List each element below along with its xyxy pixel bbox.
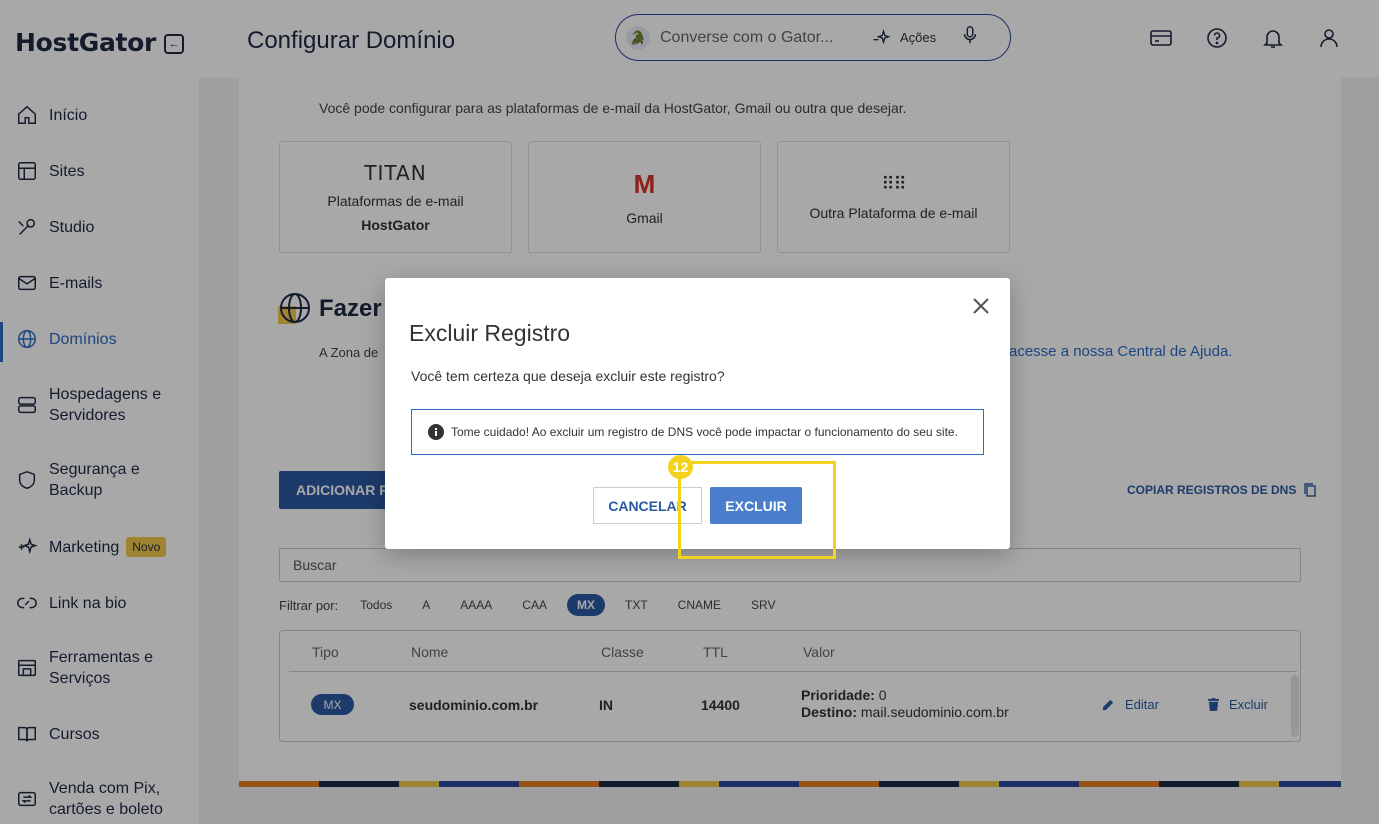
step-number-badge: 12: [668, 455, 693, 479]
warning-alert: Tome cuidado! Ao excluir um registro de …: [411, 409, 984, 455]
warning-text: Tome cuidado! Ao excluir um registro de …: [451, 425, 958, 439]
step-highlight-box: [678, 461, 836, 559]
close-icon[interactable]: [971, 296, 991, 316]
dialog-question: Você tem certeza que deseja excluir este…: [411, 368, 725, 384]
info-icon: [428, 424, 444, 440]
dialog-title: Excluir Registro: [409, 320, 571, 346]
